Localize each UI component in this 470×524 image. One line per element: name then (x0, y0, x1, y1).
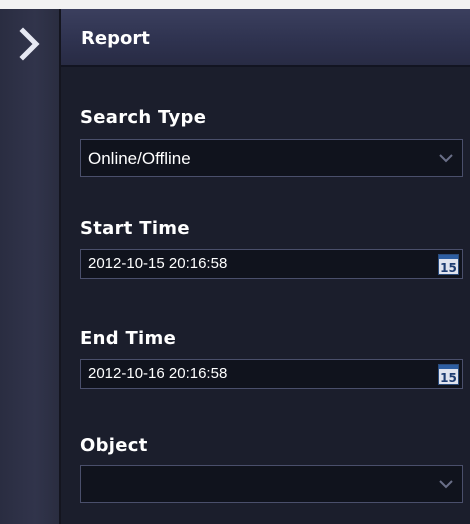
report-panel: Report Search Type Online/Offline Start … (0, 9, 470, 524)
chevron-down-icon (439, 480, 453, 489)
expand-panel-button[interactable] (16, 27, 44, 61)
start-time-input[interactable]: 2012-10-15 20:16:58 15 (80, 249, 463, 279)
object-select[interactable] (80, 465, 463, 503)
chevron-down-icon (439, 154, 453, 163)
panel-title: Report (81, 28, 150, 49)
start-time-value: 2012-10-15 20:16:58 (88, 255, 228, 272)
calendar-icon[interactable]: 15 (438, 254, 459, 275)
end-time-value: 2012-10-16 20:16:58 (88, 365, 228, 382)
calendar-icon-text: 15 (440, 261, 457, 275)
end-time-label: End Time (80, 328, 177, 349)
chevron-right-icon (19, 27, 40, 61)
calendar-icon[interactable]: 15 (438, 364, 459, 385)
end-time-input[interactable]: 2012-10-16 20:16:58 15 (80, 359, 463, 389)
search-type-select[interactable]: Online/Offline (80, 139, 463, 177)
panel-header: Report (61, 9, 470, 67)
side-toolbar (0, 9, 61, 524)
report-content: Report Search Type Online/Offline Start … (61, 9, 470, 524)
start-time-label: Start Time (80, 218, 190, 239)
calendar-icon-text: 15 (440, 371, 457, 385)
object-label: Object (80, 435, 148, 456)
search-type-value: Online/Offline (88, 149, 191, 168)
search-type-label: Search Type (80, 107, 207, 128)
